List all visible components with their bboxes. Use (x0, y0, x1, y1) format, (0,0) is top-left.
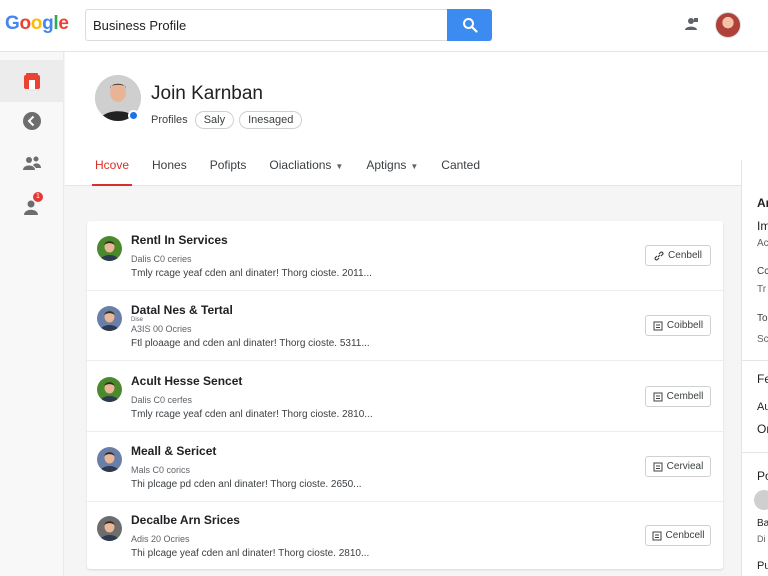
row-subtitle: Adis 20 Ocries (131, 534, 190, 544)
profile-chips: Profiles Saly Inesaged (151, 111, 303, 129)
right-side-panel: Ar Im Ac Cc Tr To Sc Fe Au Or Po Ba Di P… (741, 160, 768, 576)
panel-line: Ba (757, 518, 768, 529)
panel-line: Tr (757, 284, 767, 295)
panel-line: Po (757, 469, 768, 483)
tab-hones[interactable]: Hones (152, 158, 187, 186)
list-item[interactable]: Decalbe Arn Srices Adis 20 Ocries Thi pl… (87, 501, 723, 571)
tab-aptigns[interactable]: Aptigns ▼ (366, 158, 418, 186)
panel-line: To (757, 313, 768, 324)
left-rail: 1 (0, 52, 64, 576)
panel-line: Or (757, 422, 768, 436)
row-action-button[interactable]: Cenbcell (645, 525, 711, 546)
panel-line: Sc (757, 334, 768, 345)
top-bar: Google (0, 0, 768, 52)
search-button[interactable] (447, 9, 492, 41)
panel-line: Im (757, 219, 768, 233)
row-avatar (97, 447, 122, 472)
back-icon (23, 112, 41, 130)
list-item[interactable]: Datal Nes & Tertal Dise A3IS 00 Ocries F… (87, 291, 723, 361)
people-icon (23, 156, 41, 170)
row-avatar (97, 377, 122, 402)
row-action-button[interactable]: Cembell (645, 386, 711, 407)
row-avatar (97, 516, 122, 541)
profile-label: Profiles (151, 114, 188, 126)
rail-item-back[interactable] (0, 100, 64, 142)
row-action-button[interactable]: Cenbell (645, 245, 711, 266)
list-icon (653, 462, 663, 471)
panel-line: Ac (757, 238, 768, 249)
list-item[interactable]: Rentl In Services Dalis C0 ceries Tmly r… (87, 221, 723, 291)
row-action-label: Cenbcell (665, 530, 705, 541)
chevron-down-icon: ▼ (410, 162, 419, 171)
row-subtitle: Dalis C0 cerfes (131, 395, 193, 405)
rail-item-person[interactable]: 1 (0, 186, 64, 228)
panel-line: Di (757, 534, 766, 544)
list-icon (652, 531, 662, 540)
row-description: Thi plcage pd cden anl dinater! Thorg ci… (131, 479, 362, 490)
link-icon (654, 251, 664, 260)
chip-inesaged[interactable]: Inesaged (239, 111, 303, 129)
rail-item-people[interactable] (0, 142, 64, 184)
profile-header: Join Karnban Profiles Saly Inesaged Hcov… (65, 52, 768, 186)
tab-canted[interactable]: Canted (441, 158, 480, 186)
panel-line: Au (757, 401, 768, 413)
user-avatar[interactable] (715, 12, 741, 38)
logo-letter: g (42, 13, 54, 34)
row-description: Ftl ploaage and cden anl dinater! Thorg … (131, 338, 370, 349)
panel-line: Ar (757, 196, 768, 210)
row-action-label: Coibbell (666, 320, 704, 331)
chip-saly[interactable]: Saly (194, 111, 235, 129)
logo-letter: G (5, 13, 20, 34)
list-icon (653, 392, 663, 401)
row-tag: Dise (131, 317, 144, 323)
tab-oiacliations[interactable]: Oiacliations ▼ (269, 158, 343, 186)
row-description: Tmly rcage yeaf cden anl dinater! Thorg … (131, 409, 373, 420)
chevron-down-icon: ▼ (335, 162, 344, 171)
logo-letter: o (19, 13, 31, 34)
google-logo[interactable]: Google (5, 13, 69, 35)
verified-icon (128, 110, 139, 121)
row-title[interactable]: Acult Hesse Sencet (131, 374, 242, 388)
row-avatar (97, 236, 122, 261)
row-title[interactable]: Datal Nes & Tertal (131, 303, 233, 317)
panel-line: Cc (757, 266, 768, 277)
store-icon (24, 73, 40, 89)
tab-hcove[interactable]: Hcove (91, 158, 133, 186)
row-subtitle: Dalis C0 ceries (131, 254, 192, 264)
row-avatar (97, 306, 122, 331)
search-icon (462, 18, 478, 33)
row-action-label: Cembell (666, 391, 704, 402)
row-title[interactable]: Decalbe Arn Srices (131, 513, 240, 527)
profile-name: Join Karnban (151, 83, 263, 104)
logo-letter: e (58, 13, 69, 34)
panel-line: Fe (757, 372, 768, 386)
search-box[interactable] (85, 9, 447, 41)
list-item[interactable]: Meall & Sericet Mals C0 corics Thi plcag… (87, 432, 723, 502)
tab-pofipts[interactable]: Pofipts (210, 158, 247, 186)
row-subtitle: A3IS 00 Ocries (131, 324, 192, 334)
search-input[interactable] (86, 10, 447, 40)
row-action-button[interactable]: Coibbell (645, 315, 711, 336)
row-description: Thi plcage yeaf cden anl dinater! Thorg … (131, 548, 370, 559)
services-list: Rentl In Services Dalis C0 ceries Tmly r… (87, 221, 723, 569)
panel-line: Pu (757, 560, 768, 572)
account-switch-icon[interactable] (683, 16, 699, 32)
row-description: Tmly rcage yeaf cden anl dinater! Thorg … (131, 268, 372, 279)
panel-avatar (754, 490, 768, 510)
logo-letter: o (30, 13, 43, 34)
rail-item-store[interactable] (0, 60, 64, 102)
list-item[interactable]: Acult Hesse Sencet Dalis C0 cerfes Tmly … (87, 362, 723, 432)
row-action-label: Cenbell (668, 250, 702, 261)
list-icon (653, 321, 663, 330)
notification-badge: 1 (33, 192, 43, 202)
row-action-button[interactable]: Cervieal (645, 456, 711, 477)
row-title[interactable]: Rentl In Services (131, 233, 228, 247)
tab-bar: Hcove Hones Pofipts Oiacliations ▼ Aptign… (91, 158, 503, 186)
row-action-label: Cervieal (666, 461, 704, 472)
row-title[interactable]: Meall & Sericet (131, 444, 216, 458)
row-subtitle: Mals C0 corics (131, 465, 191, 475)
